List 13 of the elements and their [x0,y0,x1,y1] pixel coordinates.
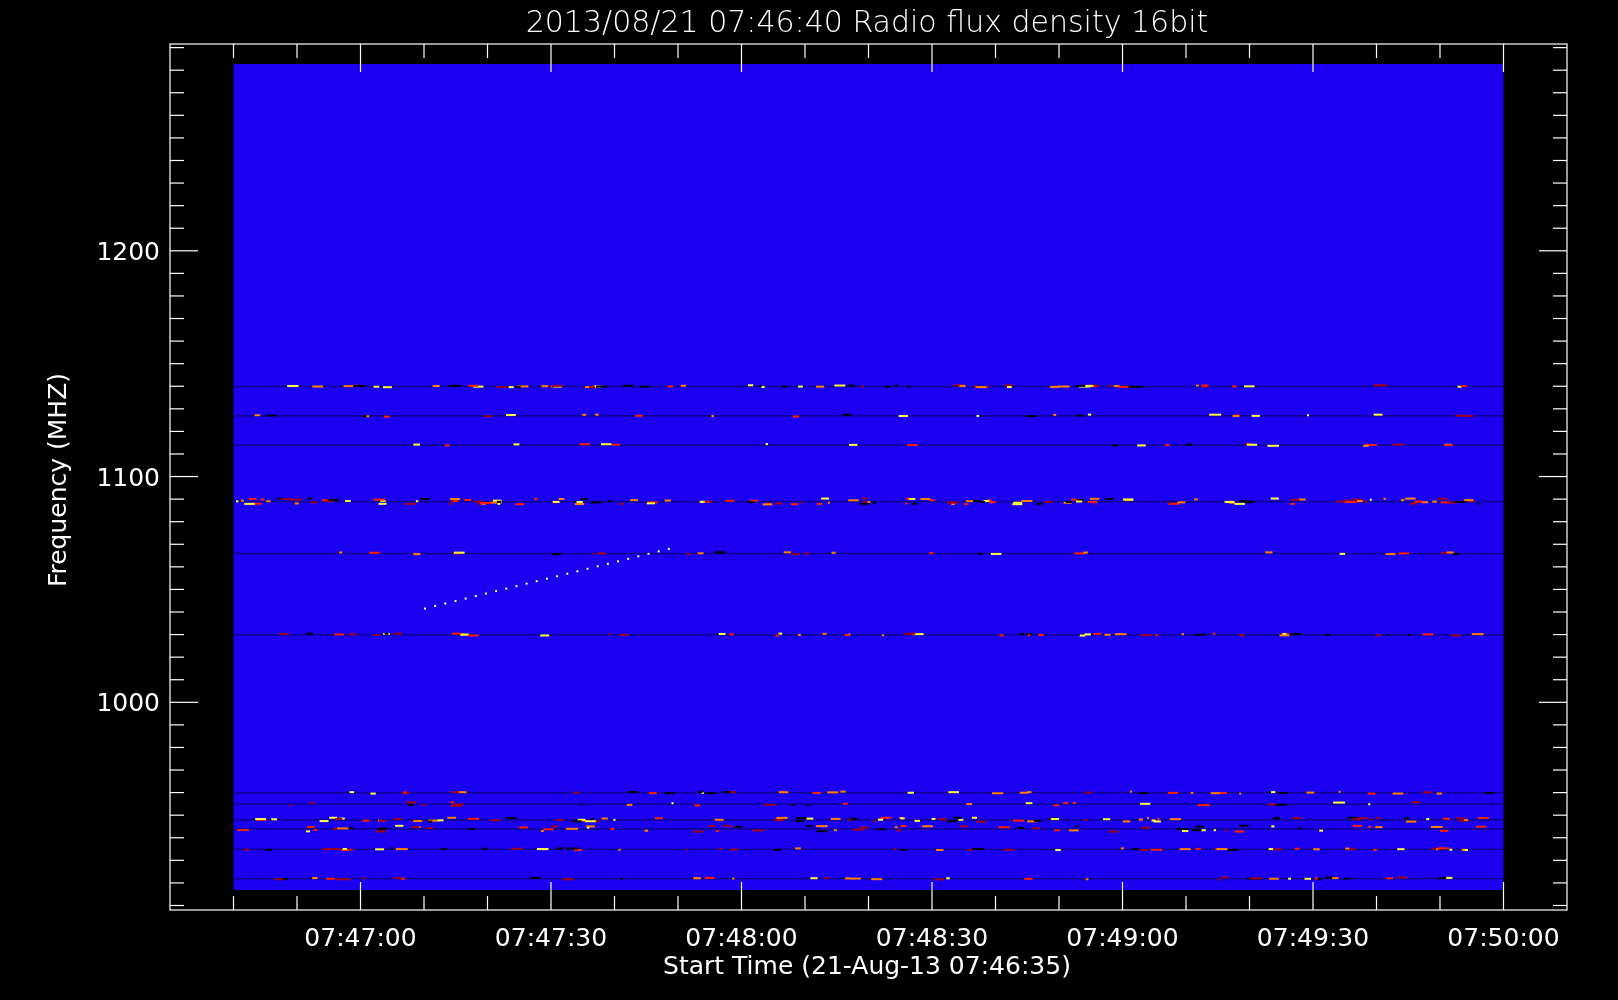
tick-label: 07:48:30 [875,923,989,952]
plot-title: 2013/08/21 07:46:40 Radio flux density 16bit [525,4,1209,39]
tick-label: 1000 [96,688,160,718]
tick-label: 07:50:00 [1447,923,1560,952]
axis-label: Frequency (MHZ) [43,372,72,588]
tick-label: 07:47:00 [304,923,417,952]
tick-label: 07:49:00 [1066,923,1179,952]
tick-label: 07:48:00 [685,923,798,952]
tick-label: 07:49:30 [1256,923,1370,952]
tick-label: 1200 [96,236,160,266]
axis-label: Start Time (21-Aug-13 07:46:35) [663,951,1071,980]
tick-label: 07:47:30 [494,923,608,952]
tick-label: 1100 [96,462,160,492]
